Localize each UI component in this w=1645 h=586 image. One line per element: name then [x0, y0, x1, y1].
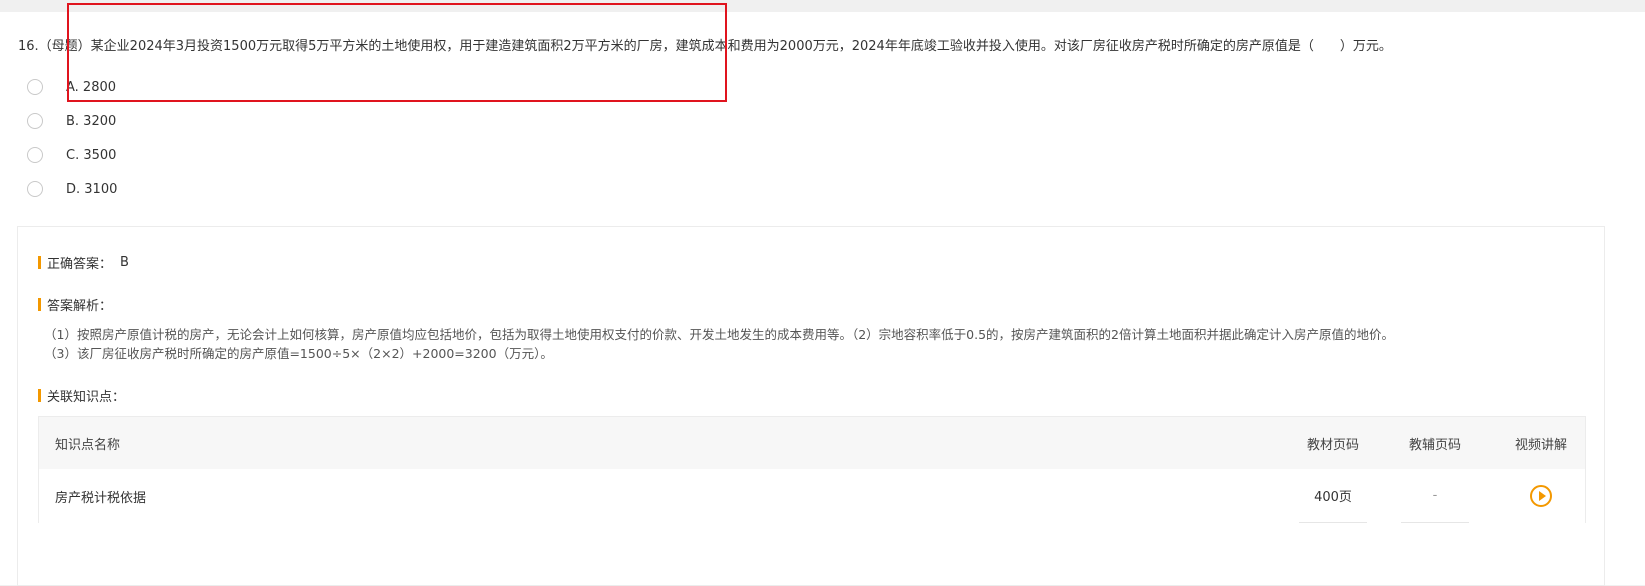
option-a[interactable]: A. 2800: [27, 76, 116, 98]
knowledge-table: 知识点名称 教材页码 教辅页码 视频讲解 房产税计税依据 400页 -: [38, 416, 1586, 523]
radio-icon[interactable]: [27, 147, 43, 163]
textbook-page-value: 400页: [1299, 469, 1367, 523]
analysis-text: （1）按照房产原值计税的房产，无论会计上如何核算，房产原值均应包括地价，包括为取…: [44, 325, 1584, 363]
knowledge-section: 关联知识点：: [38, 386, 125, 405]
radio-icon[interactable]: [27, 181, 43, 197]
table-row: 房产税计税依据 400页 -: [39, 469, 1585, 523]
accent-bar: [38, 298, 41, 311]
radio-icon[interactable]: [27, 79, 43, 95]
question-page: 16.（母题）某企业2024年3月投资1500万元取得5万平方米的土地使用权，用…: [0, 12, 1645, 586]
video-cell: [1501, 469, 1581, 523]
analysis-section: 答案解析：: [38, 295, 112, 314]
correct-answer-heading: 正确答案：: [47, 257, 113, 272]
option-label: A. 2800: [66, 79, 117, 95]
col-textbook-page: 教材页码: [1306, 437, 1359, 453]
analysis-line-1: （1）按照房产原值计税的房产，无论会计上如何核算，房产原值均应包括地价，包括为取…: [44, 327, 1394, 342]
accent-bar: [38, 256, 41, 269]
col-name: 知识点名称: [55, 437, 121, 453]
aux-page-value: -: [1401, 469, 1469, 523]
analysis-line-2: （3）该厂房征收房产税时所确定的房产原值=1500÷5×（2×2）+2000=3…: [44, 346, 553, 361]
question-text: 16.（母题）某企业2024年3月投资1500万元取得5万平方米的土地使用权，用…: [18, 39, 1392, 54]
option-c[interactable]: C. 3500: [27, 144, 116, 166]
option-label: D. 3100: [66, 181, 118, 197]
accent-bar: [38, 389, 41, 402]
knowledge-name: 房产税计税依据: [55, 490, 147, 506]
option-b[interactable]: B. 3200: [27, 110, 116, 132]
answer-panel: 正确答案： B 答案解析： （1）按照房产原值计税的房产，无论会计上如何核算，房…: [17, 226, 1605, 586]
play-triangle: [1538, 491, 1546, 501]
col-video: 视频讲解: [1514, 437, 1567, 453]
play-icon[interactable]: [1530, 485, 1552, 507]
correct-answer-section: 正确答案： B: [38, 253, 129, 272]
option-d[interactable]: D. 3100: [27, 178, 117, 200]
analysis-heading: 答案解析：: [47, 299, 113, 314]
correct-answer-value: B: [120, 255, 129, 270]
col-aux-page: 教辅页码: [1408, 437, 1461, 453]
option-label: C. 3500: [66, 147, 117, 163]
radio-icon[interactable]: [27, 113, 43, 129]
option-label: B. 3200: [66, 113, 117, 129]
table-header: 知识点名称 教材页码 教辅页码 视频讲解: [39, 417, 1585, 469]
knowledge-heading: 关联知识点：: [47, 390, 126, 405]
